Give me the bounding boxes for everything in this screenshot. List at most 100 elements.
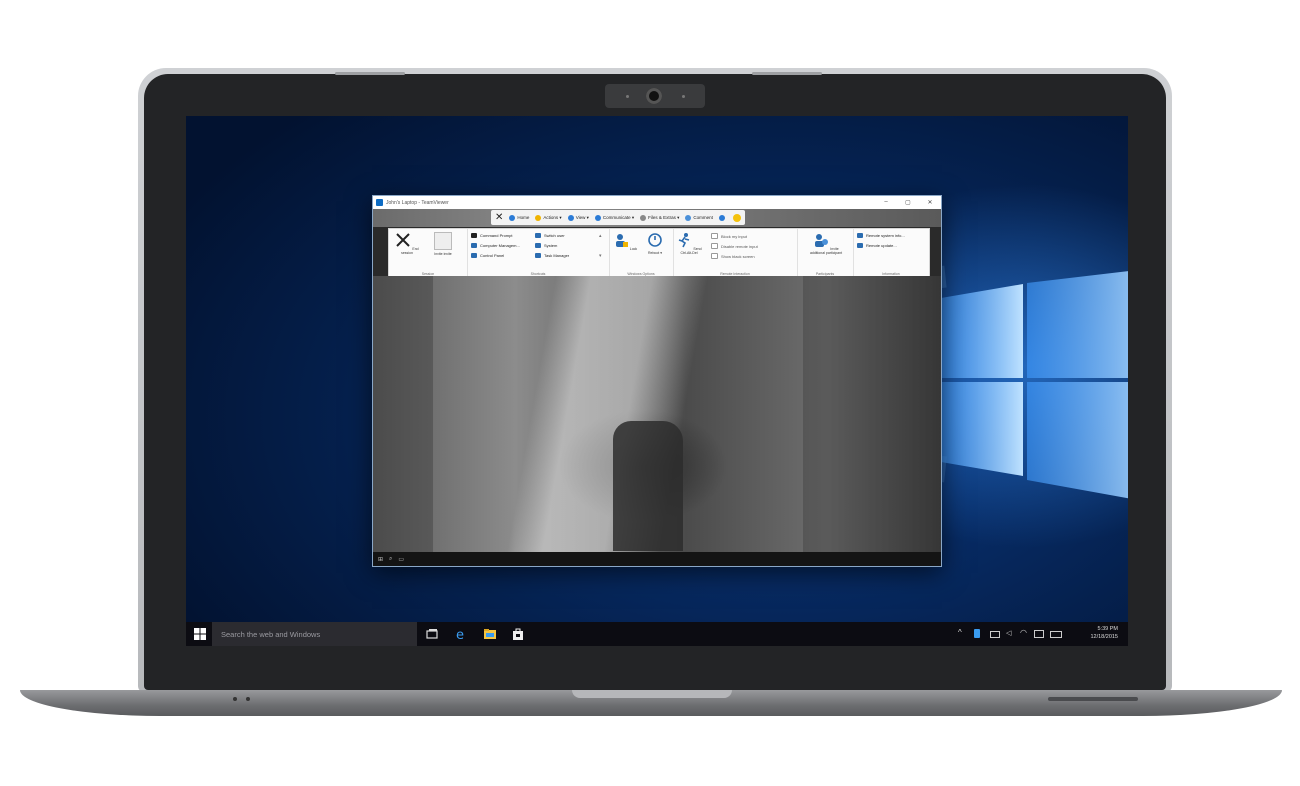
tab-comment[interactable]: Comment [685,214,713,221]
file-explorer-icon[interactable] [483,627,497,641]
maximize-button[interactable]: ▢ [897,199,919,206]
shortcut-command-prompt[interactable]: Command Prompt [471,233,512,238]
remote-update-link[interactable]: Remote update... [857,243,897,248]
teamviewer-tray-icon[interactable] [974,629,980,638]
window-titlebar: John's Laptop - TeamViewer – ▢ ✕ [373,196,941,209]
window-title: John's Laptop - TeamViewer [386,199,449,206]
task-view-icon[interactable]: ▭ [398,556,404,563]
tab-label: Home [517,215,530,220]
shortcut-system[interactable]: System [535,243,557,248]
send-ctrl-alt-del-button[interactable]: Send Ctrl-Alt-Del [675,232,703,255]
shortcut-task-manager[interactable]: Task Manager [535,253,569,258]
comment-icon [685,214,692,221]
lock-button[interactable]: Lock [611,232,639,251]
tab-label: Comment [693,215,713,220]
lid-groove [335,72,405,75]
shortcut-label: Command Prompt [480,233,513,238]
windows-start-icon[interactable] [194,628,206,640]
remote-desktop-view[interactable] [373,276,941,552]
status-led [233,697,237,701]
remote-statusbar: ⊞ ⌕ ▭ [373,552,941,566]
base-port [1048,697,1138,701]
status-led [246,697,250,701]
button-label: Invite additional participant [809,247,843,255]
start-icon[interactable]: ⊞ [378,556,383,563]
checkbox-icon [711,253,718,259]
option-label: Show black screen [721,253,755,259]
tab-actions[interactable]: Actions ▾ [535,214,562,221]
clock[interactable]: 5:39 PM 12/18/2015 [1090,625,1118,641]
remote-system-info-link[interactable]: Remote system info... [857,233,905,238]
invite-participant-button[interactable]: Invite additional participant [809,232,843,255]
user-icon [535,233,541,238]
block-input-option[interactable]: Block my input [711,233,747,239]
shortcut-computer-management[interactable]: Computer Managem... [471,243,520,248]
keyboard-icon[interactable] [1050,631,1062,638]
shortcut-switch-user[interactable]: Switch user [535,233,565,238]
chevron-up-icon[interactable]: ^ [958,628,968,638]
close-icon [396,233,411,247]
end-session-button[interactable]: End session [393,232,421,255]
wifi-icon[interactable]: ◠ [1020,628,1030,638]
show-black-screen-option[interactable]: Show black screen [711,253,755,259]
search-box[interactable]: Search the web and Windows [212,622,417,646]
teamviewer-logo-icon[interactable] [718,214,725,221]
button-label: End session [401,247,419,255]
ribbon: End session Invite invite Session Comman… [388,228,930,278]
clock-date: 12/18/2015 [1090,634,1118,640]
tab-label: Actions ▾ [543,214,562,220]
lightning-icon [535,214,542,221]
add-participant-icon [815,234,829,247]
store-icon[interactable] [511,627,525,641]
phone-icon [594,214,601,221]
webcam-indicator [682,95,685,98]
scroll-up-icon[interactable]: ▴ [599,233,602,239]
button-label: Reboot ▾ [647,251,662,255]
tab-communicate[interactable]: Communicate ▾ [594,214,634,221]
svg-text:e: e [456,628,464,641]
shortcut-label: Computer Managem... [480,243,520,248]
battery-icon[interactable] [990,631,1000,638]
option-label: Disable remote input [721,243,758,249]
tab-files-extras[interactable]: Files & Extras ▾ [640,214,679,221]
reboot-icon [648,233,662,247]
rock-shadow [803,276,941,552]
ribbon-group-shortcuts: Command Prompt Computer Managem... Contr… [467,229,610,277]
system-tray: ^ ◁ ◠ 5:39 PM 12/18/2015 [958,622,1128,646]
tab-strip: ✕ Home Actions ▾ View ▾ Communicate ▾ Fi… [491,210,745,225]
windows-logo-icon [941,271,1128,499]
checkbox-icon [711,243,718,249]
close-session-icon[interactable]: ✕ [495,212,503,223]
files-icon [640,214,647,221]
desktop-screen: John's Laptop - TeamViewer – ▢ ✕ ✕ Home … [186,116,1128,646]
computer-icon [471,243,477,248]
option-label: Block my input [721,233,748,239]
rock-shadow [373,276,433,552]
shortcut-label: System [544,243,558,248]
search-icon[interactable]: ⌕ [389,556,392,563]
base-notch [572,690,732,698]
disable-remote-input-option[interactable]: Disable remote input [711,243,758,249]
shortcut-label: Task Manager [544,253,570,258]
ribbon-group-session: End session Invite invite Session [389,229,468,277]
close-button[interactable]: ✕ [919,199,941,206]
home-icon [509,214,516,221]
taskbar: Search the web and Windows e ^ ◁ ◠ 5:39 … [186,622,1128,646]
minimize-button[interactable]: – [875,199,897,206]
tab-view[interactable]: View ▾ [567,214,589,221]
view-icon [567,214,574,221]
notification-icon[interactable] [1034,630,1044,638]
reboot-button[interactable]: Reboot ▾ [641,232,669,255]
scroll-down-icon[interactable]: ▾ [599,253,602,259]
volume-icon[interactable]: ◁ [1006,629,1016,639]
task-view-icon[interactable] [425,627,439,641]
teamviewer-app-icon [376,199,383,206]
edge-browser-icon[interactable]: e [454,627,468,641]
shortcut-label: Control Panel [480,253,505,258]
shortcut-control-panel[interactable]: Control Panel [471,253,504,258]
feedback-emoji-icon[interactable] [732,213,741,222]
ribbon-group-participants: Invite additional participant Participan… [797,229,854,277]
tab-home[interactable]: Home [509,214,530,221]
clock-time: 5:39 PM [1097,626,1118,632]
invite-button[interactable]: Invite invite [429,232,457,256]
